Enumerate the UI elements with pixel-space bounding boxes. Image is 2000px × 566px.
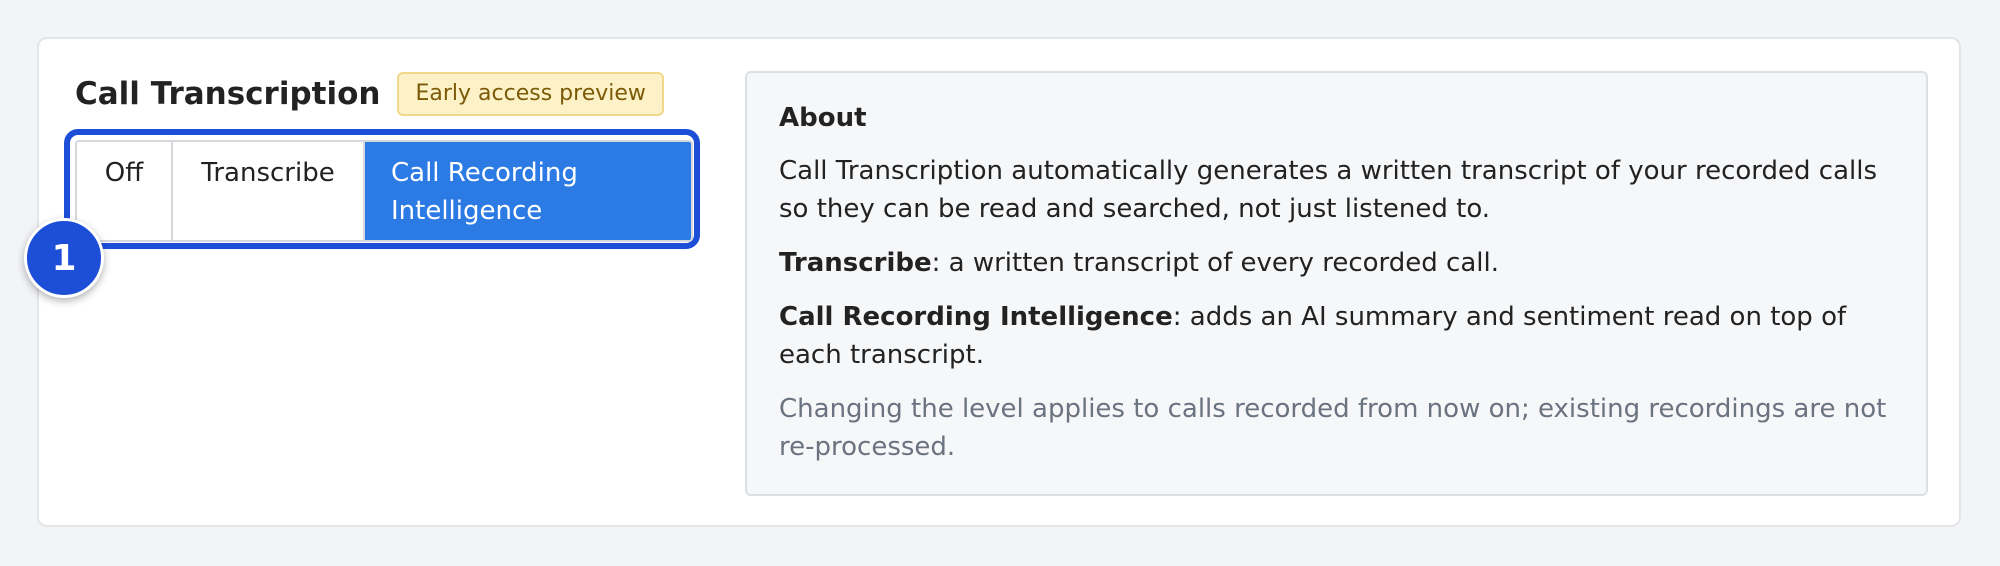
option-off-label: Off: [104, 158, 144, 188]
about-cri-description: Call Recording Intelligence: adds an AI …: [779, 298, 1894, 374]
step-number-badge: 1: [24, 218, 104, 298]
transcribe-desc: : a written transcript of every recorded…: [931, 248, 1499, 278]
about-panel: About Call Transcription automatically g…: [745, 71, 1928, 496]
option-call-recording-intelligence-button[interactable]: Call Recording Intelligence: [365, 142, 691, 240]
option-cri-label: Call Recording Intelligence: [391, 158, 578, 226]
about-heading: About: [779, 103, 867, 133]
about-intro: Call Transcription automatically generat…: [779, 156, 1878, 224]
call-transcription-card: Call Transcription Early access preview …: [24, 37, 1961, 527]
transcribe-term: Transcribe: [779, 248, 932, 278]
about-transcribe-description: Transcribe: a written transcript of ever…: [779, 244, 1894, 282]
transcription-level-selector: Off Transcribe Call Recording Intelligen…: [75, 140, 693, 242]
about-note: Changing the level applies to calls reco…: [779, 394, 1887, 462]
option-off-button[interactable]: Off: [77, 142, 173, 240]
title-row: Call Transcription Early access preview: [75, 72, 664, 116]
early-access-badge: Early access preview: [397, 72, 664, 116]
option-transcribe-button[interactable]: Transcribe: [173, 142, 365, 240]
option-transcribe-label: Transcribe: [201, 158, 335, 188]
cri-term: Call Recording Intelligence: [779, 302, 1173, 332]
section-title: Call Transcription: [75, 76, 381, 112]
